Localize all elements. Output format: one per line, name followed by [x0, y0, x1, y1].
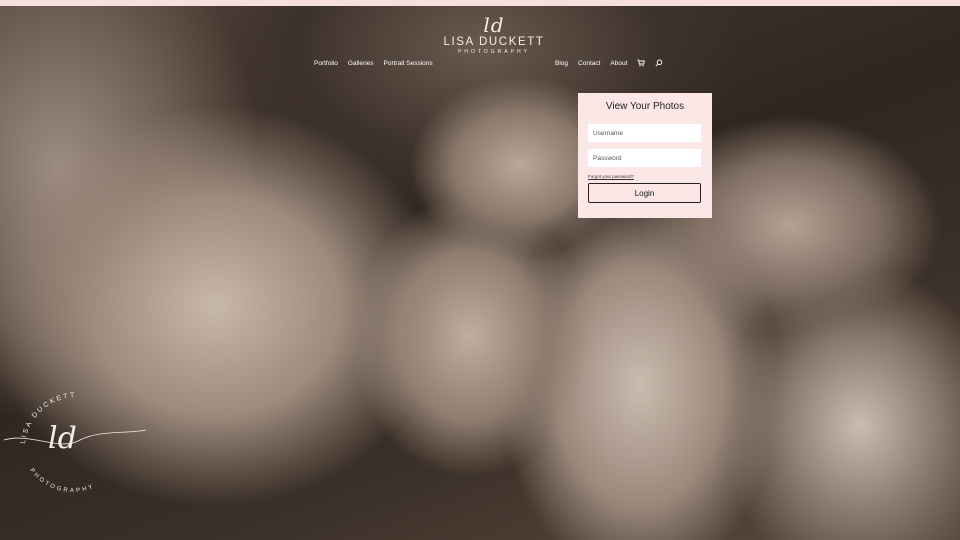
page: ld LISA DUCKETT PHOTOGRAPHY Portfolio Ga…: [0, 0, 960, 540]
watermark-monogram: ld: [48, 421, 77, 456]
watermark-bottom-text: PHOTOGRAPHY: [28, 467, 96, 494]
nav-item-portrait-sessions[interactable]: Portrait Sessions: [384, 60, 433, 67]
logo-name: LISA DUCKETT: [443, 36, 545, 48]
nav-item-blog[interactable]: Blog: [555, 60, 568, 67]
nav-item-galleries[interactable]: Galleries: [348, 60, 374, 67]
nav-item-portfolio[interactable]: Portfolio: [314, 60, 338, 67]
username-input[interactable]: [588, 124, 701, 142]
nav-item-contact[interactable]: Contact: [578, 60, 600, 67]
forgot-password-link[interactable]: Forgot your password?: [588, 173, 702, 181]
nav-item-about[interactable]: About: [610, 60, 627, 67]
logo-tagline: PHOTOGRAPHY: [458, 49, 530, 55]
main-nav-left: Portfolio Galleries Portrait Sessions: [314, 57, 433, 69]
watermark-logo: LISA DUCKETT PHOTOGRAPHY ld: [0, 382, 150, 494]
login-button[interactable]: Login: [588, 183, 701, 203]
password-input[interactable]: [588, 149, 701, 167]
cart-icon[interactable]: [637, 59, 646, 67]
login-title: View Your Photos: [605, 101, 685, 112]
site-logo[interactable]: ld LISA DUCKETT PHOTOGRAPHY: [442, 14, 546, 62]
login-card: View Your Photos Forgot your password? L…: [578, 93, 712, 218]
main-nav-right: Blog Contact About: [555, 57, 663, 69]
logo-monogram: ld: [483, 13, 505, 37]
search-icon[interactable]: [655, 59, 663, 67]
